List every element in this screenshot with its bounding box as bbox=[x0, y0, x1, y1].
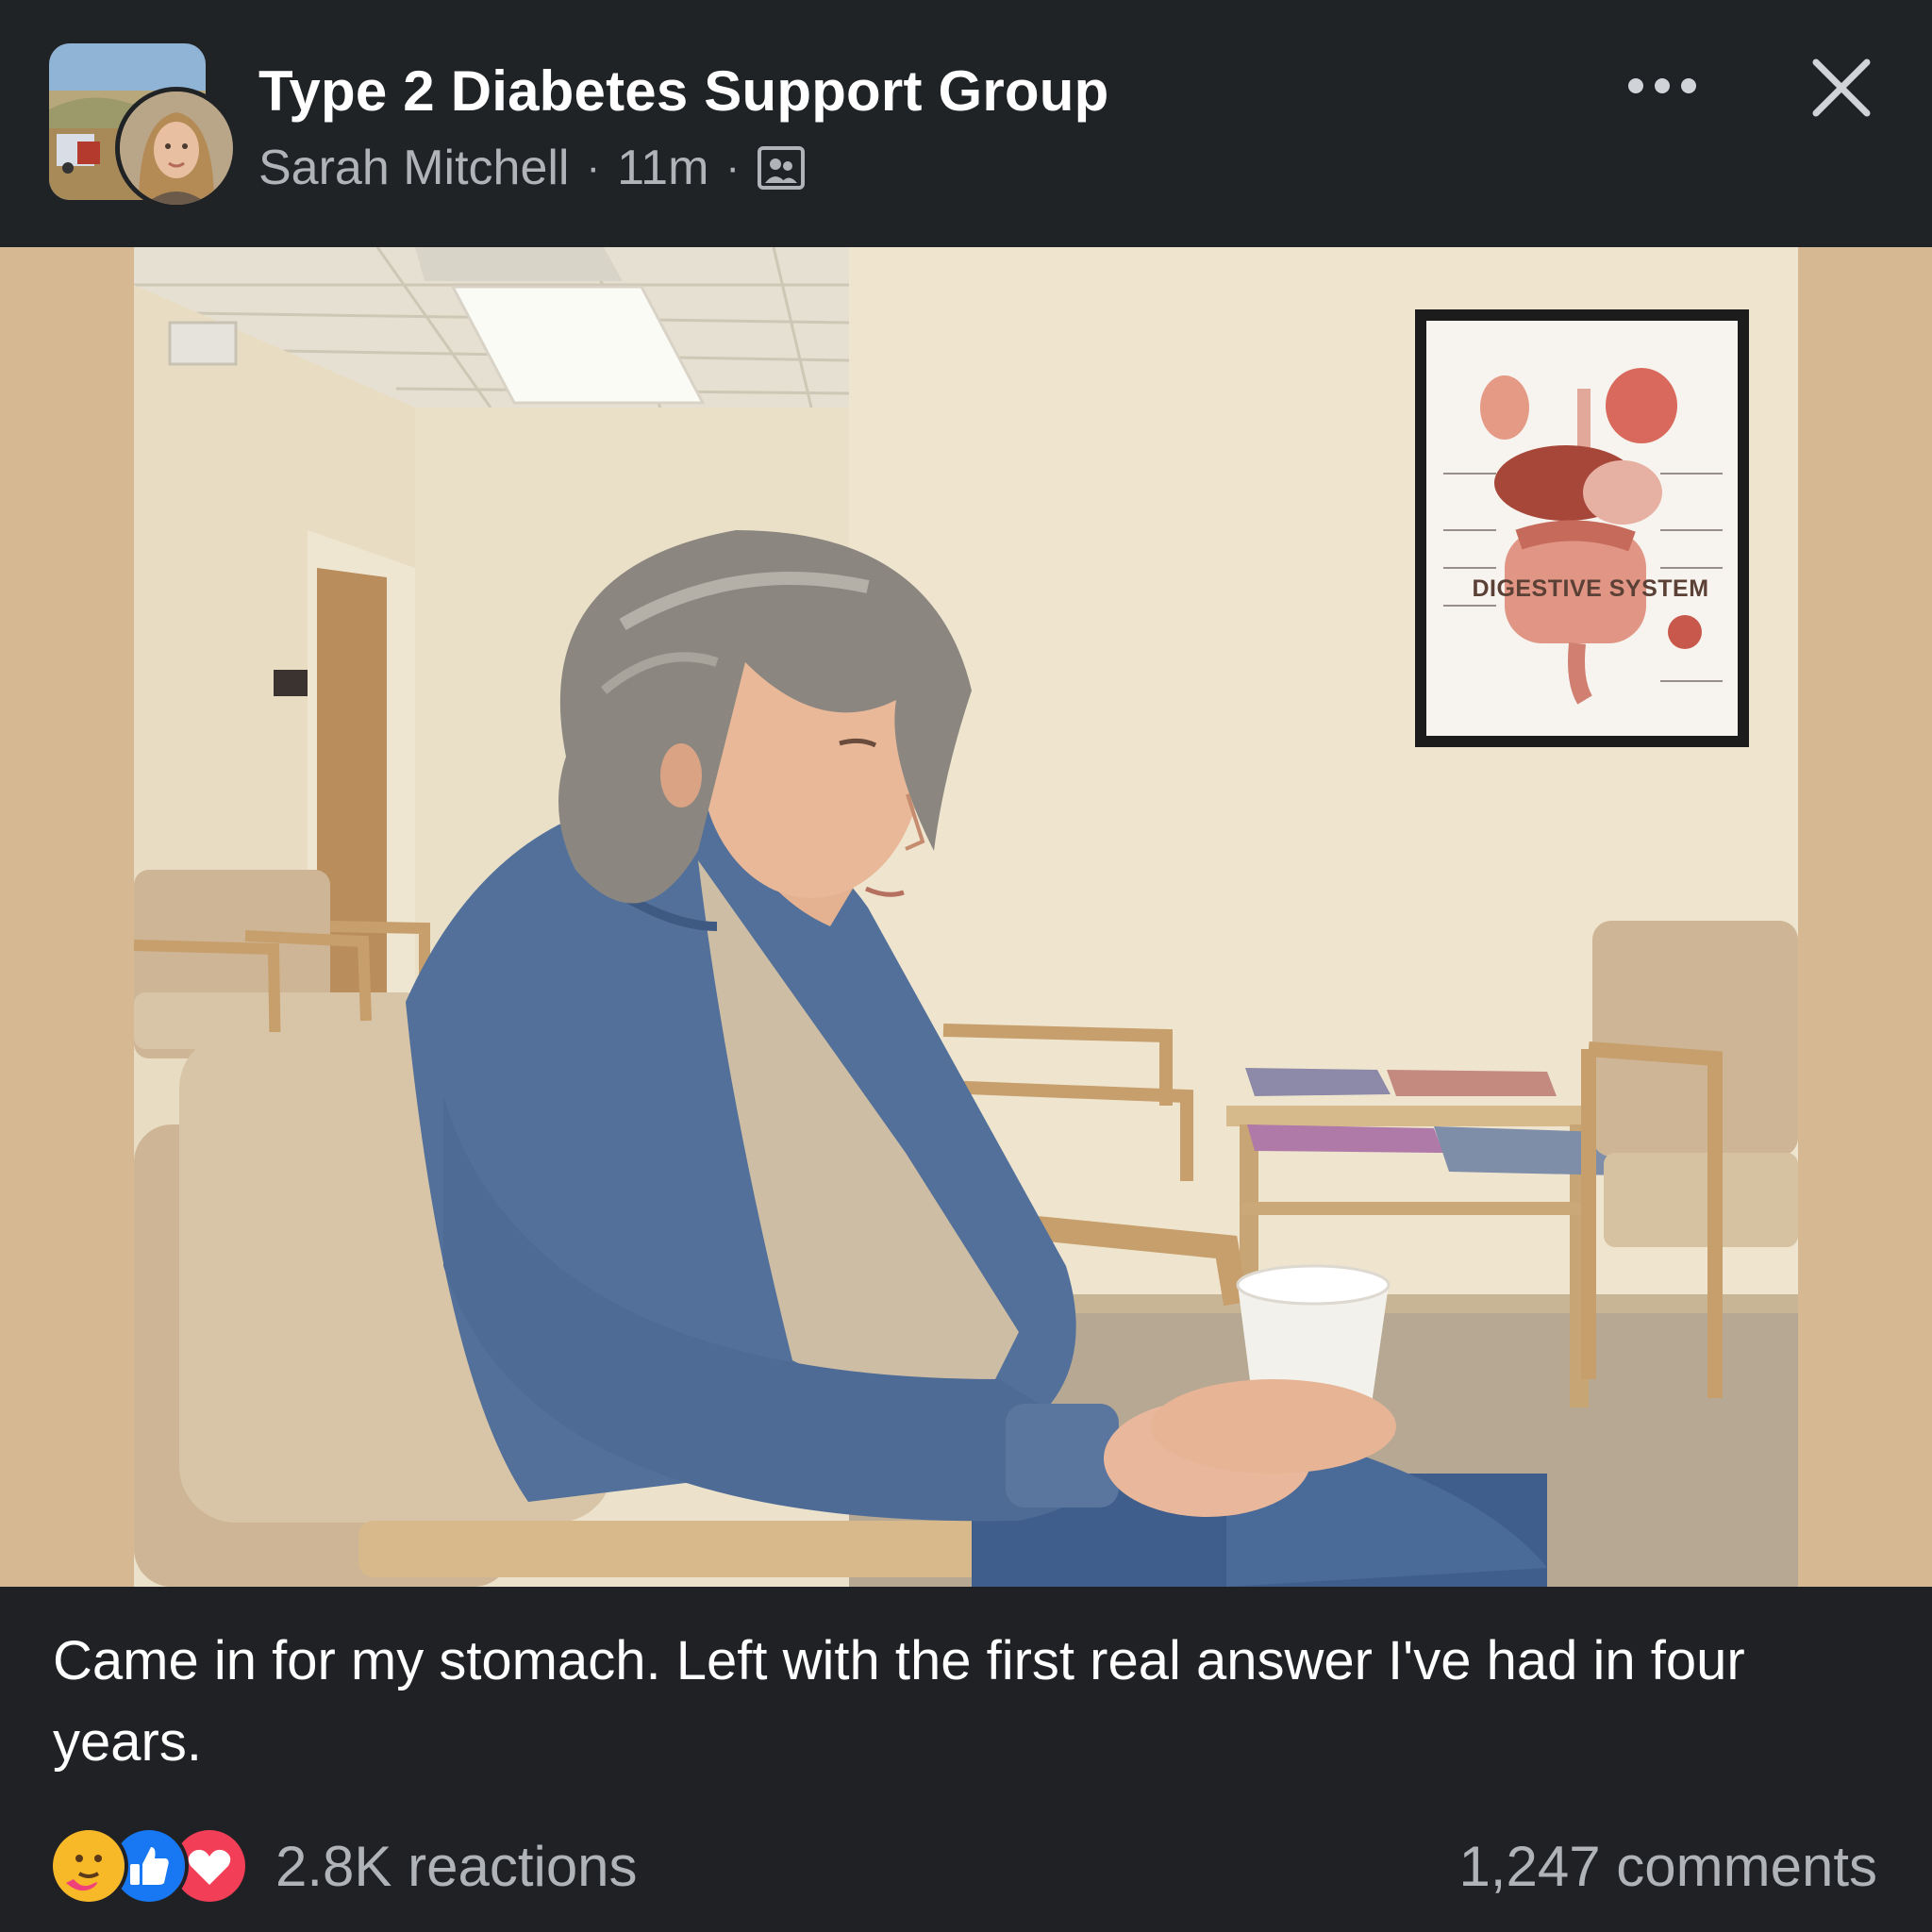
meta-separator: · bbox=[586, 144, 601, 191]
more-horizontal-icon bbox=[1626, 76, 1698, 100]
post-header: Type 2 Diabetes Support Group Sarah Mitc… bbox=[0, 0, 1932, 247]
post-caption: Came in for my stomach. Left with the fi… bbox=[53, 1630, 1745, 1773]
author-name[interactable]: Sarah Mitchell bbox=[258, 140, 569, 196]
reactions-summary[interactable]: 2.8K reactions bbox=[49, 1826, 638, 1906]
more-options-button[interactable] bbox=[1615, 55, 1709, 121]
post-meta: Sarah Mitchell · 11m · bbox=[258, 140, 806, 196]
close-icon bbox=[1810, 57, 1873, 124]
group-name[interactable]: Type 2 Diabetes Support Group bbox=[258, 58, 1108, 124]
reaction-count[interactable]: 2.8K reactions bbox=[275, 1834, 638, 1899]
post-time[interactable]: 11m bbox=[617, 140, 708, 196]
care-icon bbox=[49, 1826, 128, 1906]
author-avatar[interactable] bbox=[115, 87, 238, 209]
meta-separator: · bbox=[725, 144, 741, 191]
close-button[interactable] bbox=[1804, 47, 1879, 132]
post-photo[interactable]: DIGESTIVE SYSTEM bbox=[0, 247, 1932, 1587]
comment-count[interactable]: 1,247 comments bbox=[1458, 1834, 1877, 1899]
group-members-icon bbox=[757, 143, 806, 192]
poster-title: DIGESTIVE SYSTEM bbox=[1472, 575, 1709, 602]
